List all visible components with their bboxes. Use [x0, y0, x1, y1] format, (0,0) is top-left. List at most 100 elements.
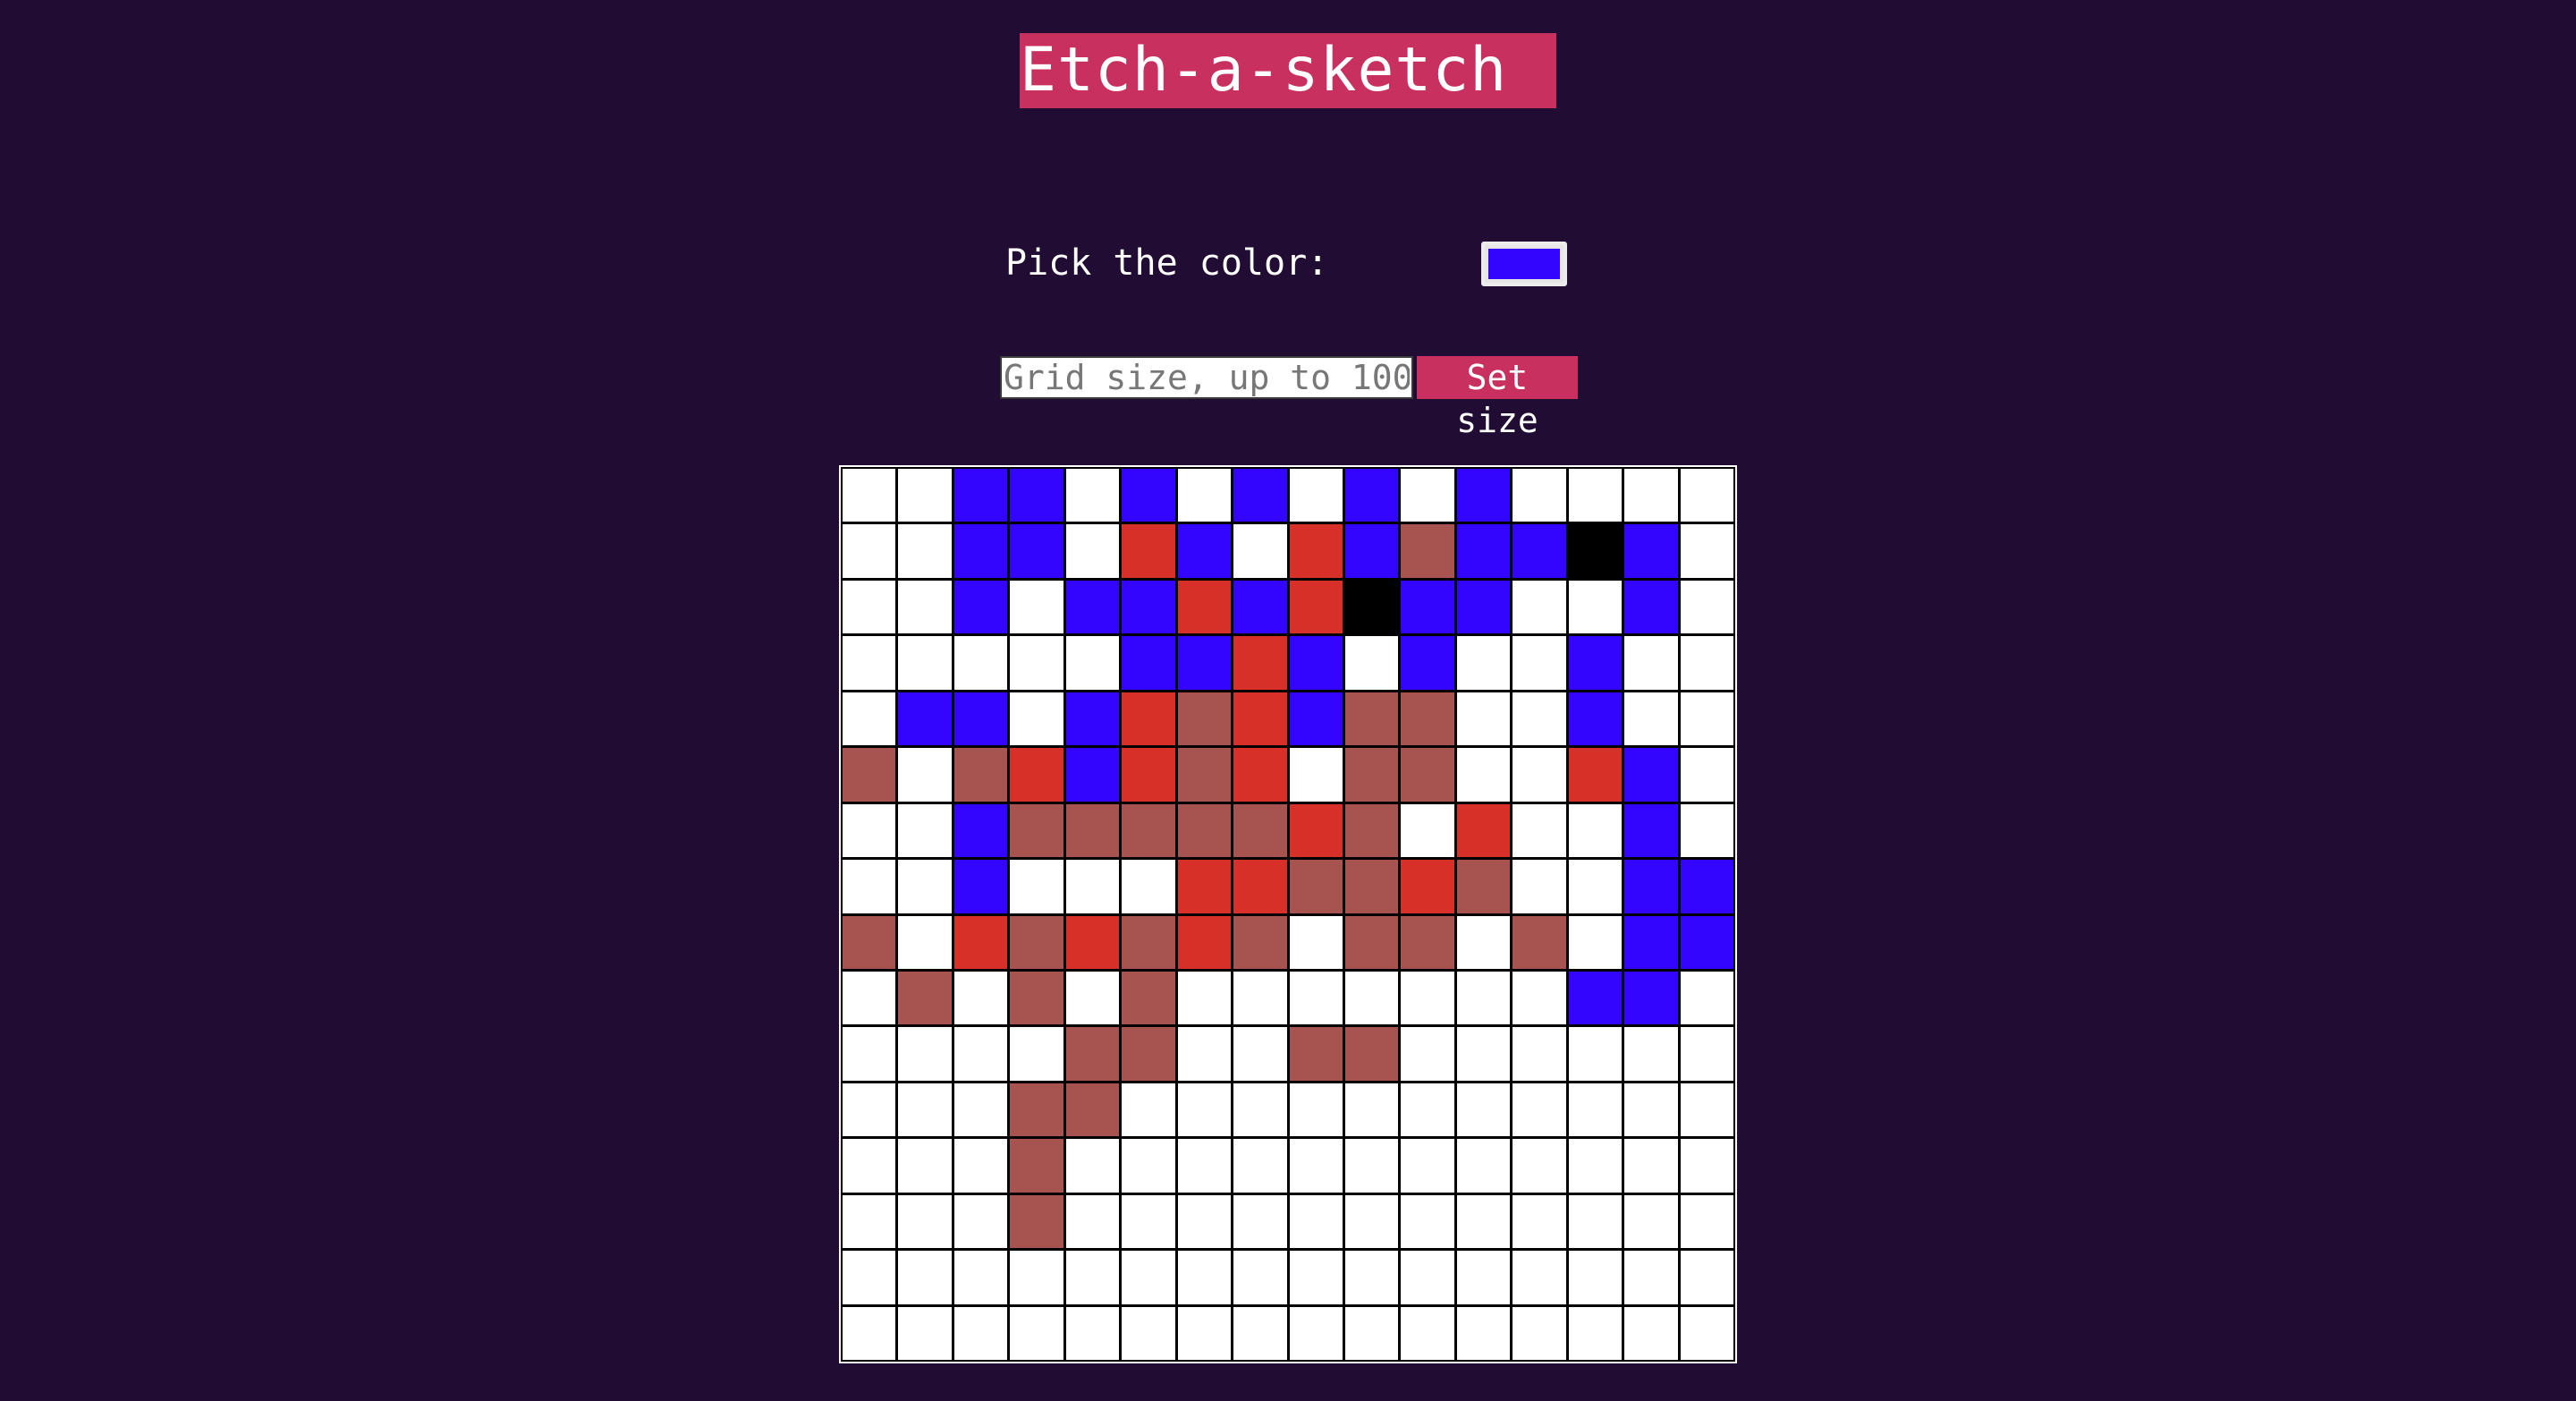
grid-cell[interactable]: [1568, 915, 1623, 969]
grid-cell[interactable]: [1568, 860, 1623, 913]
grid-cell[interactable]: [1122, 860, 1175, 913]
grid-cell[interactable]: [1401, 1139, 1454, 1193]
grid-cell[interactable]: [1065, 692, 1120, 746]
grid-cell[interactable]: [1344, 1306, 1399, 1360]
grid-cell[interactable]: [1289, 748, 1343, 802]
grid-cell[interactable]: [1233, 915, 1287, 969]
grid-cell[interactable]: [1513, 524, 1566, 578]
grid-cell[interactable]: [1010, 1251, 1063, 1304]
grid-cell[interactable]: [1065, 803, 1120, 858]
grid-cell[interactable]: [1289, 860, 1343, 913]
grid-cell[interactable]: [898, 1027, 952, 1081]
grid-cell[interactable]: [1624, 971, 1678, 1025]
grid-cell[interactable]: [1680, 580, 1733, 634]
grid-cell[interactable]: [1401, 803, 1454, 858]
grid-cell[interactable]: [953, 803, 1008, 858]
grid-cell[interactable]: [1568, 1083, 1623, 1137]
grid-cell[interactable]: [1010, 860, 1063, 913]
grid-cell[interactable]: [1624, 1251, 1678, 1304]
grid-cell[interactable]: [1177, 524, 1232, 578]
set-size-button[interactable]: Set size: [1417, 356, 1578, 440]
grid-cell[interactable]: [1456, 1194, 1511, 1249]
grid-cell[interactable]: [1568, 1139, 1623, 1193]
grid-cell[interactable]: [1568, 692, 1623, 746]
grid-cell[interactable]: [953, 636, 1008, 690]
grid-cell[interactable]: [898, 469, 952, 522]
grid-cell[interactable]: [1122, 1194, 1175, 1249]
grid-cell[interactable]: [1568, 469, 1623, 522]
grid-cell[interactable]: [1177, 971, 1232, 1025]
grid-cell[interactable]: [1456, 915, 1511, 969]
grid-cell[interactable]: [1344, 1194, 1399, 1249]
grid-cell[interactable]: [1401, 1027, 1454, 1081]
grid-cell[interactable]: [1456, 636, 1511, 690]
grid-cell[interactable]: [843, 469, 896, 522]
grid-cell[interactable]: [1122, 524, 1175, 578]
grid-cell[interactable]: [1401, 1083, 1454, 1137]
grid-cell[interactable]: [1344, 748, 1399, 802]
grid-cell[interactable]: [1401, 971, 1454, 1025]
grid-cell[interactable]: [1289, 1139, 1343, 1193]
grid-cell[interactable]: [1624, 860, 1678, 913]
grid-cell[interactable]: [1568, 971, 1623, 1025]
grid-cell[interactable]: [1177, 1251, 1232, 1304]
grid-cell[interactable]: [1065, 580, 1120, 634]
grid-cell[interactable]: [1289, 1251, 1343, 1304]
grid-cell[interactable]: [1065, 915, 1120, 969]
grid-cell[interactable]: [898, 915, 952, 969]
grid-cell[interactable]: [898, 1251, 952, 1304]
grid-cell[interactable]: [1513, 971, 1566, 1025]
grid-size-input[interactable]: [1000, 356, 1413, 399]
grid-cell[interactable]: [1624, 748, 1678, 802]
grid-cell[interactable]: [953, 971, 1008, 1025]
grid-cell[interactable]: [1456, 803, 1511, 858]
grid-cell[interactable]: [843, 1251, 896, 1304]
grid-cell[interactable]: [1233, 1306, 1287, 1360]
grid-cell[interactable]: [1513, 469, 1566, 522]
grid-cell[interactable]: [1177, 1083, 1232, 1137]
grid-cell[interactable]: [1680, 1194, 1733, 1249]
grid-cell[interactable]: [1344, 1251, 1399, 1304]
grid-cell[interactable]: [1344, 580, 1399, 634]
grid-cell[interactable]: [1513, 860, 1566, 913]
grid-cell[interactable]: [1401, 524, 1454, 578]
grid-cell[interactable]: [1177, 1306, 1232, 1360]
grid-cell[interactable]: [1122, 636, 1175, 690]
grid-cell[interactable]: [1568, 1194, 1623, 1249]
grid-cell[interactable]: [1289, 524, 1343, 578]
grid-cell[interactable]: [1177, 1027, 1232, 1081]
grid-cell[interactable]: [1456, 860, 1511, 913]
grid-cell[interactable]: [843, 1139, 896, 1193]
grid-cell[interactable]: [1513, 1027, 1566, 1081]
grid-cell[interactable]: [1401, 915, 1454, 969]
grid-cell[interactable]: [1344, 636, 1399, 690]
grid-cell[interactable]: [1065, 1083, 1120, 1137]
grid-cell[interactable]: [1122, 803, 1175, 858]
grid-cell[interactable]: [1513, 580, 1566, 634]
grid-cell[interactable]: [953, 1139, 1008, 1193]
grid-cell[interactable]: [843, 636, 896, 690]
grid-cell[interactable]: [1456, 469, 1511, 522]
grid-cell[interactable]: [1344, 524, 1399, 578]
grid-cell[interactable]: [1289, 1306, 1343, 1360]
grid-cell[interactable]: [1010, 469, 1063, 522]
grid-cell[interactable]: [1289, 803, 1343, 858]
grid-cell[interactable]: [1680, 1306, 1733, 1360]
grid-cell[interactable]: [1568, 1306, 1623, 1360]
grid-cell[interactable]: [1344, 1139, 1399, 1193]
grid-cell[interactable]: [1289, 915, 1343, 969]
grid-cell[interactable]: [1122, 1251, 1175, 1304]
grid-cell[interactable]: [1289, 580, 1343, 634]
grid-cell[interactable]: [1624, 580, 1678, 634]
grid-cell[interactable]: [1010, 580, 1063, 634]
grid-cell[interactable]: [898, 636, 952, 690]
grid-cell[interactable]: [1624, 692, 1678, 746]
grid-cell[interactable]: [953, 580, 1008, 634]
grid-cell[interactable]: [1513, 692, 1566, 746]
grid-cell[interactable]: [1344, 1027, 1399, 1081]
grid-cell[interactable]: [1065, 971, 1120, 1025]
grid-cell[interactable]: [1122, 1027, 1175, 1081]
grid-cell[interactable]: [843, 860, 896, 913]
grid-cell[interactable]: [1122, 1083, 1175, 1137]
grid-cell[interactable]: [1065, 636, 1120, 690]
